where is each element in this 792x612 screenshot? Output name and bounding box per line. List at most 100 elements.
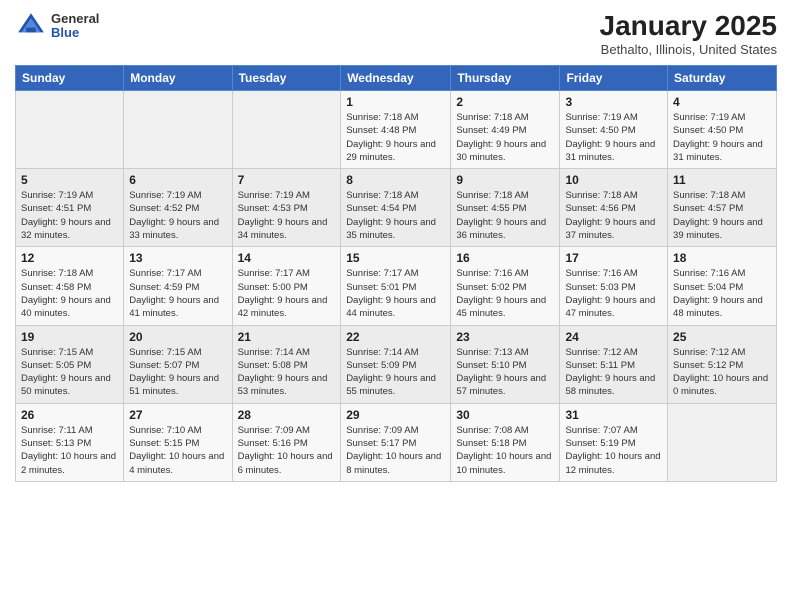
calendar-week-3: 12 Sunrise: 7:18 AM Sunset: 4:58 PM Dayli… — [16, 247, 777, 325]
day-info: Sunrise: 7:11 AM Sunset: 5:13 PM Dayligh… — [21, 424, 118, 477]
day-number: 2 — [456, 95, 554, 109]
day-number: 28 — [238, 408, 336, 422]
calendar-cell: 23Sunrise: 7:13 AM Sunset: 5:10 PM Dayli… — [451, 325, 560, 403]
day-info: Sunrise: 7:18 AM Sunset: 4:55 PM Dayligh… — [456, 189, 554, 242]
calendar-header-row: Sunday Monday Tuesday Wednesday Thursday… — [16, 66, 777, 91]
header-wednesday: Wednesday — [341, 66, 451, 91]
day-info: Sunrise: 7:19 AM Sunset: 4:50 PM Dayligh… — [565, 111, 662, 164]
calendar-cell: 6Sunrise: 7:19 AM Sunset: 4:52 PM Daylig… — [124, 169, 232, 247]
calendar-cell: 3 Sunrise: 7:19 AM Sunset: 4:50 PM Daylig… — [560, 91, 668, 169]
header-sunday: Sunday — [16, 66, 124, 91]
calendar-cell — [16, 91, 124, 169]
day-info: Sunrise: 7:10 AM Sunset: 5:15 PM Dayligh… — [129, 424, 226, 477]
day-info: Sunrise: 7:18 AM Sunset: 4:58 PM Dayligh… — [21, 267, 118, 320]
calendar-cell: 11 Sunrise: 7:18 AM Sunset: 4:57 PM Dayli… — [668, 169, 777, 247]
header-thursday: Thursday — [451, 66, 560, 91]
calendar-cell: 21Sunrise: 7:14 AM Sunset: 5:08 PM Dayli… — [232, 325, 341, 403]
day-number: 12 — [21, 251, 118, 265]
calendar-cell: 2 Sunrise: 7:18 AM Sunset: 4:49 PM Daylig… — [451, 91, 560, 169]
calendar-cell: 10 Sunrise: 7:18 AM Sunset: 4:56 PM Dayli… — [560, 169, 668, 247]
day-info: Sunrise: 7:13 AM Sunset: 5:10 PM Dayligh… — [456, 346, 554, 399]
calendar-cell: 30 Sunrise: 7:08 AM Sunset: 5:18 PM Dayli… — [451, 403, 560, 481]
day-info: Sunrise: 7:16 AM Sunset: 5:04 PM Dayligh… — [673, 267, 771, 320]
day-number: 16 — [456, 251, 554, 265]
day-number: 18 — [673, 251, 771, 265]
day-number: 1 — [346, 95, 445, 109]
calendar-cell: 27 Sunrise: 7:10 AM Sunset: 5:15 PM Dayli… — [124, 403, 232, 481]
calendar-cell: 25 Sunrise: 7:12 AM Sunset: 5:12 PM Dayli… — [668, 325, 777, 403]
day-number: 14 — [238, 251, 336, 265]
day-info: Sunrise: 7:18 AM Sunset: 4:56 PM Dayligh… — [565, 189, 662, 242]
day-number: 6 — [129, 173, 226, 187]
day-number: 10 — [565, 173, 662, 187]
day-number: 11 — [673, 173, 771, 187]
calendar-cell: 12 Sunrise: 7:18 AM Sunset: 4:58 PM Dayli… — [16, 247, 124, 325]
calendar-cell: 16 Sunrise: 7:16 AM Sunset: 5:02 PM Dayli… — [451, 247, 560, 325]
day-info: Sunrise: 7:07 AM Sunset: 5:19 PM Dayligh… — [565, 424, 662, 477]
day-number: 24 — [565, 330, 662, 344]
day-info: Sunrise: 7:12 AM Sunset: 5:11 PM Dayligh… — [565, 346, 662, 399]
day-number: 27 — [129, 408, 226, 422]
calendar-week-1: 1 Sunrise: 7:18 AM Sunset: 4:48 PM Daylig… — [16, 91, 777, 169]
day-info: Sunrise: 7:19 AM Sunset: 4:50 PM Dayligh… — [673, 111, 771, 164]
day-info: Sunrise: 7:09 AM Sunset: 5:16 PM Dayligh… — [238, 424, 336, 477]
calendar-cell: 7 Sunrise: 7:19 AM Sunset: 4:53 PM Daylig… — [232, 169, 341, 247]
calendar-cell: 18 Sunrise: 7:16 AM Sunset: 5:04 PM Dayli… — [668, 247, 777, 325]
day-number: 5 — [21, 173, 118, 187]
day-info: Sunrise: 7:18 AM Sunset: 4:54 PM Dayligh… — [346, 189, 445, 242]
header-monday: Monday — [124, 66, 232, 91]
page: General Blue January 2025 Bethalto, Illi… — [0, 0, 792, 612]
calendar-cell — [668, 403, 777, 481]
day-number: 29 — [346, 408, 445, 422]
calendar-week-2: 5 Sunrise: 7:19 AM Sunset: 4:51 PM Daylig… — [16, 169, 777, 247]
day-number: 7 — [238, 173, 336, 187]
day-info: Sunrise: 7:14 AM Sunset: 5:09 PM Dayligh… — [346, 346, 445, 399]
calendar-cell: 31Sunrise: 7:07 AM Sunset: 5:19 PM Dayli… — [560, 403, 668, 481]
calendar-cell: 26 Sunrise: 7:11 AM Sunset: 5:13 PM Dayli… — [16, 403, 124, 481]
day-info: Sunrise: 7:19 AM Sunset: 4:51 PM Dayligh… — [21, 189, 118, 242]
title-block: January 2025 Bethalto, Illinois, United … — [600, 10, 777, 57]
day-number: 15 — [346, 251, 445, 265]
calendar-cell: 8 Sunrise: 7:18 AM Sunset: 4:54 PM Daylig… — [341, 169, 451, 247]
day-number: 26 — [21, 408, 118, 422]
day-info: Sunrise: 7:18 AM Sunset: 4:48 PM Dayligh… — [346, 111, 445, 164]
day-number: 22 — [346, 330, 445, 344]
calendar-cell — [124, 91, 232, 169]
header-saturday: Saturday — [668, 66, 777, 91]
day-info: Sunrise: 7:15 AM Sunset: 5:05 PM Dayligh… — [21, 346, 118, 399]
logo-icon — [15, 10, 47, 42]
calendar-cell: 15 Sunrise: 7:17 AM Sunset: 5:01 PM Dayli… — [341, 247, 451, 325]
day-info: Sunrise: 7:08 AM Sunset: 5:18 PM Dayligh… — [456, 424, 554, 477]
day-number: 30 — [456, 408, 554, 422]
day-info: Sunrise: 7:17 AM Sunset: 5:00 PM Dayligh… — [238, 267, 336, 320]
calendar-cell: 19Sunrise: 7:15 AM Sunset: 5:05 PM Dayli… — [16, 325, 124, 403]
day-number: 21 — [238, 330, 336, 344]
day-number: 13 — [129, 251, 226, 265]
day-info: Sunrise: 7:19 AM Sunset: 4:53 PM Dayligh… — [238, 189, 336, 242]
logo-general-text: General — [51, 12, 99, 26]
day-number: 9 — [456, 173, 554, 187]
day-info: Sunrise: 7:16 AM Sunset: 5:02 PM Dayligh… — [456, 267, 554, 320]
header: General Blue January 2025 Bethalto, Illi… — [15, 10, 777, 57]
calendar-week-4: 19Sunrise: 7:15 AM Sunset: 5:05 PM Dayli… — [16, 325, 777, 403]
calendar-cell: 5 Sunrise: 7:19 AM Sunset: 4:51 PM Daylig… — [16, 169, 124, 247]
day-info: Sunrise: 7:18 AM Sunset: 4:57 PM Dayligh… — [673, 189, 771, 242]
day-number: 8 — [346, 173, 445, 187]
day-number: 25 — [673, 330, 771, 344]
calendar-cell: 14 Sunrise: 7:17 AM Sunset: 5:00 PM Dayli… — [232, 247, 341, 325]
day-number: 3 — [565, 95, 662, 109]
day-number: 20 — [129, 330, 226, 344]
calendar-cell: 9 Sunrise: 7:18 AM Sunset: 4:55 PM Daylig… — [451, 169, 560, 247]
day-info: Sunrise: 7:17 AM Sunset: 5:01 PM Dayligh… — [346, 267, 445, 320]
day-info: Sunrise: 7:17 AM Sunset: 4:59 PM Dayligh… — [129, 267, 226, 320]
calendar-cell — [232, 91, 341, 169]
calendar-cell: 22 Sunrise: 7:14 AM Sunset: 5:09 PM Dayli… — [341, 325, 451, 403]
logo-blue-text: Blue — [51, 26, 99, 40]
header-friday: Friday — [560, 66, 668, 91]
day-info: Sunrise: 7:18 AM Sunset: 4:49 PM Dayligh… — [456, 111, 554, 164]
calendar-cell: 13 Sunrise: 7:17 AM Sunset: 4:59 PM Dayli… — [124, 247, 232, 325]
calendar-cell: 24 Sunrise: 7:12 AM Sunset: 5:11 PM Dayli… — [560, 325, 668, 403]
day-info: Sunrise: 7:16 AM Sunset: 5:03 PM Dayligh… — [565, 267, 662, 320]
calendar-table: Sunday Monday Tuesday Wednesday Thursday… — [15, 65, 777, 482]
day-info: Sunrise: 7:12 AM Sunset: 5:12 PM Dayligh… — [673, 346, 771, 399]
